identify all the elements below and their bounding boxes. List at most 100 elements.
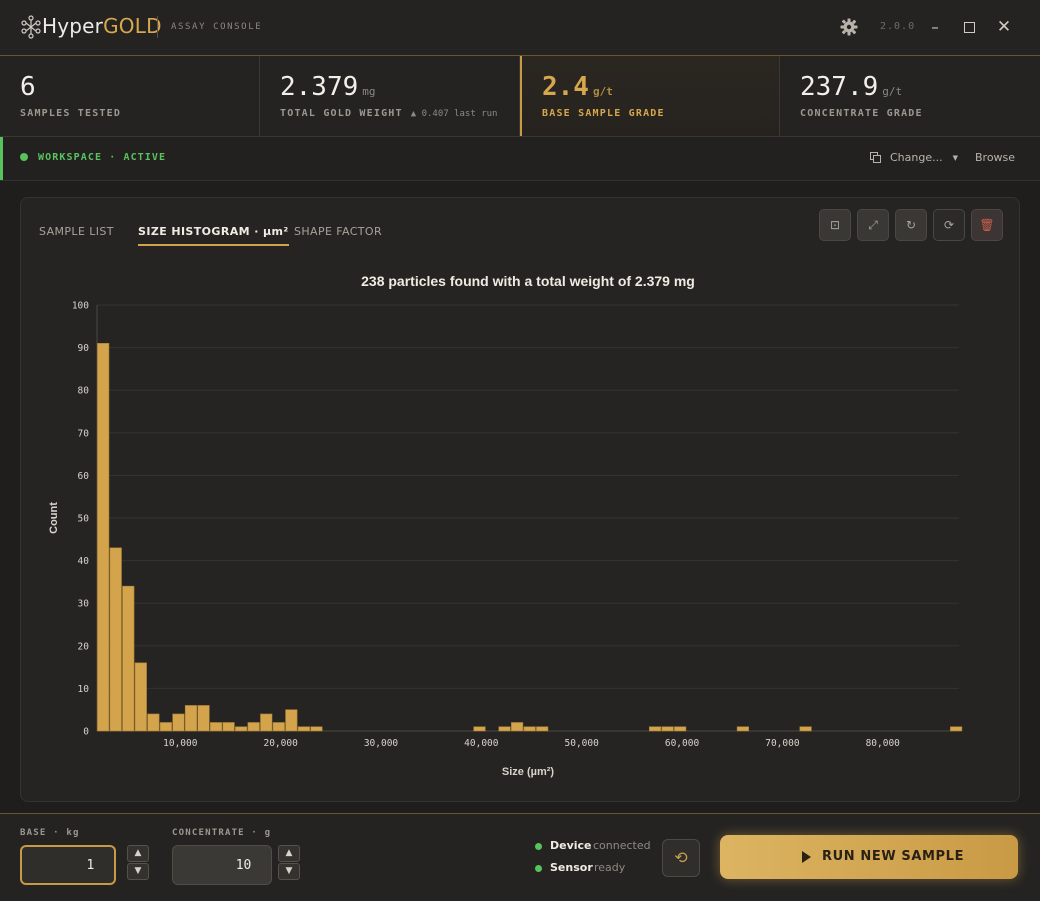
y-tick-label: 10 [78, 684, 90, 695]
histogram-bar [260, 713, 273, 732]
histogram-bar [147, 713, 160, 732]
y-tick-label: 50 [78, 514, 90, 525]
histogram-bar [172, 713, 185, 732]
y-tick-label: 100 [72, 301, 89, 312]
caret-down-icon: ▼ [952, 154, 958, 162]
histogram-bar [310, 726, 323, 732]
stat-value: 2.379 [280, 72, 359, 102]
logo-icon [21, 15, 41, 39]
refresh-icon[interactable]: ⟲ [662, 839, 700, 877]
title-bar: HyperGOLD ASSAY CONSOLE 2.0.0 – ✕ [0, 0, 1040, 56]
gear-icon[interactable] [840, 18, 858, 36]
histogram-bar [222, 722, 235, 732]
device-label: Device [550, 839, 592, 852]
histogram-bar [649, 726, 662, 732]
close-icon[interactable]: ✕ [994, 17, 1014, 37]
histogram-bar [134, 662, 147, 732]
stat-value: 237.9 [800, 72, 879, 102]
histogram-bar [473, 726, 486, 732]
base-input[interactable]: 1 [20, 845, 116, 885]
y-tick-label: 80 [78, 386, 90, 397]
brand-divider [157, 16, 158, 38]
histogram-bar [209, 722, 223, 732]
sensor-state: ready [594, 861, 626, 874]
histogram-bar [122, 585, 135, 732]
histogram-bar [109, 547, 122, 732]
concentrate-input[interactable]: 10 [172, 845, 272, 885]
x-tick-label: 10,000 [163, 738, 198, 749]
workspace-status-dot [20, 153, 28, 161]
maximize-icon[interactable] [959, 17, 979, 37]
workspace-accent [0, 137, 3, 180]
change-workspace-button[interactable]: Change... ▼ [870, 151, 958, 164]
histogram-bar [799, 726, 812, 732]
base-increment-button[interactable]: ▲ [127, 845, 149, 862]
histogram-bar [498, 726, 511, 732]
stat-concentrate-grade: 237.9 g/t CONCENTRATE GRADE [780, 56, 1040, 136]
bottom-bar: BASE · kg 1 ▲ ▼ CONCENTRATE · g 10 ▲ ▼ D… [0, 813, 1040, 901]
histogram-bar [247, 722, 260, 732]
device-status-dot [535, 843, 542, 850]
y-tick-label: 40 [78, 556, 90, 567]
concentrate-decrement-button[interactable]: ▼ [278, 863, 300, 880]
histogram-bar [159, 722, 172, 732]
stat-delta: ▲ 0.407 last run [410, 109, 498, 119]
y-tick-label: 70 [78, 428, 90, 439]
stat-label: SAMPLES TESTED [20, 108, 122, 119]
change-label: Change... [890, 151, 943, 164]
stats-row: 6 SAMPLES TESTED 2.379 mg TOTAL GOLD WEIG… [0, 56, 1040, 137]
y-axis-label: Count [48, 502, 60, 534]
x-tick-label: 20,000 [263, 738, 298, 749]
histogram-bar [235, 726, 248, 732]
browse-button[interactable]: Browse [975, 151, 1015, 164]
histogram-bar [674, 726, 687, 732]
stat-unit: g/t [882, 85, 903, 98]
concentrate-increment-button[interactable]: ▲ [278, 845, 300, 862]
x-tick-label: 50,000 [565, 738, 600, 749]
x-tick-label: 30,000 [364, 738, 399, 749]
x-tick-label: 70,000 [765, 738, 800, 749]
histogram-bar [97, 343, 110, 732]
copy-icon [870, 152, 881, 163]
stat-base-sample-grade[interactable]: 2.4 g/t BASE SAMPLE GRADE [520, 56, 780, 136]
run-new-sample-button[interactable]: RUN NEW SAMPLE [720, 835, 1018, 879]
histogram-bar [197, 705, 210, 732]
x-tick-label: 60,000 [665, 738, 700, 749]
stat-value: 6 [20, 72, 36, 102]
play-icon [802, 851, 811, 863]
histogram-bar [950, 726, 963, 732]
y-tick-label: 90 [78, 343, 90, 354]
x-axis-label: Size (µm²) [502, 766, 555, 778]
run-button-label: RUN NEW SAMPLE [822, 849, 965, 864]
histogram-bar [536, 726, 549, 732]
histogram-panel: SAMPLE LIST SIZE HISTOGRAM · µm² SHAPE F… [20, 197, 1020, 802]
stat-samples-tested: 6 SAMPLES TESTED [0, 56, 260, 136]
histogram-bar [736, 726, 749, 732]
concentrate-label: CONCENTRATE · g [172, 828, 272, 838]
base-decrement-button[interactable]: ▼ [127, 863, 149, 880]
histogram-bar [285, 709, 298, 732]
base-label: BASE · kg [20, 828, 80, 838]
y-tick-label: 20 [78, 641, 90, 652]
histogram-bar [661, 726, 674, 732]
stat-label: CONCENTRATE GRADE [800, 108, 923, 119]
app-subtitle: ASSAY CONSOLE [171, 22, 263, 32]
minimize-icon[interactable]: – [925, 17, 945, 37]
y-tick-label: 30 [78, 599, 90, 610]
stat-label: TOTAL GOLD WEIGHT [280, 108, 403, 119]
version-label: 2.0.0 [880, 21, 916, 32]
histogram-bar [184, 705, 198, 732]
x-tick-label: 40,000 [464, 738, 499, 749]
y-tick-label: 0 [83, 727, 89, 738]
stat-unit: g/t [592, 85, 613, 98]
y-tick-label: 60 [78, 471, 90, 482]
stat-value: 2.4 [542, 72, 589, 102]
device-state: connected [593, 839, 651, 852]
stat-unit: mg [362, 85, 376, 98]
histogram-bar [297, 726, 310, 732]
workspace-bar: WORKSPACE · ACTIVE Change... ▼ Browse [0, 137, 1040, 181]
stat-label: BASE SAMPLE GRADE [542, 108, 665, 119]
sensor-label: Sensor [550, 861, 593, 874]
sensor-status-dot [535, 865, 542, 872]
histogram-bar [511, 722, 524, 732]
